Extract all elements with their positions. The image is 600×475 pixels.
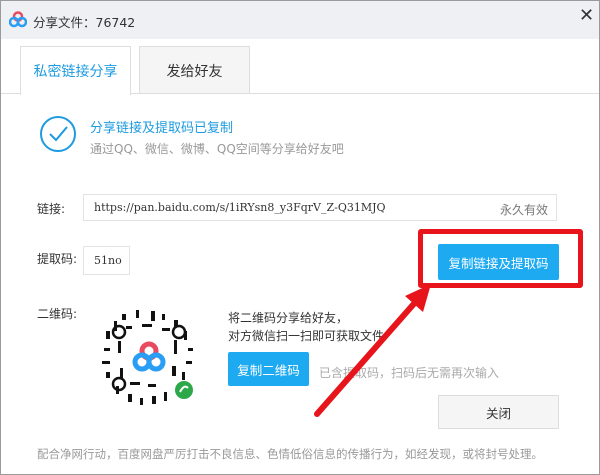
check-circle-icon — [40, 116, 76, 152]
qr-label: 二维码: — [37, 307, 78, 321]
share-dialog: 分享文件：76742 ✕ 私密链接分享 发给好友 分享链接及提取码已复制 通过Q… — [0, 0, 600, 475]
active-tab-gap — [21, 93, 130, 94]
window-title: 分享文件：76742 — [33, 15, 136, 30]
baidu-netdisk-logo-icon — [9, 11, 27, 28]
title-bar: 分享文件：76742 ✕ — [1, 1, 599, 39]
red-arrow-annotation — [314, 284, 431, 417]
copy-qr-button[interactable]: 复制二维码 — [228, 352, 309, 386]
footer-notice: 配合净网行动，百度网盘严厉打击不良信息、色情低俗信息的传播行为，如经发现，或将封… — [37, 447, 543, 461]
status-subtext: 通过QQ、微信、微博、QQ空间等分享给好友吧 — [90, 142, 344, 156]
link-value: https://pan.baidu.com/s/1iRYsn8_y3FqrV_Z… — [94, 201, 386, 214]
code-field[interactable]: 51no — [83, 246, 130, 275]
link-label: 链接: — [37, 202, 66, 216]
tab-private-link[interactable]: 私密链接分享 — [20, 46, 131, 95]
status-heading: 分享链接及提取码已复制 — [90, 121, 234, 136]
link-field[interactable]: https://pan.baidu.com/s/1iRYsn8_y3FqrV_Z… — [83, 194, 557, 221]
mini-program-icon — [175, 381, 193, 399]
qr-code-image — [99, 309, 199, 409]
code-label: 提取码: — [37, 252, 78, 266]
tab-send-to-friend[interactable]: 发给好友 — [139, 46, 250, 94]
close-button[interactable]: 关闭 — [438, 395, 559, 429]
copy-link-and-code-button[interactable]: 复制链接及提取码 — [438, 244, 559, 280]
code-value: 51no — [94, 254, 122, 267]
validity-label: 永久有效 — [499, 203, 548, 217]
close-icon[interactable]: ✕ — [579, 5, 594, 26]
